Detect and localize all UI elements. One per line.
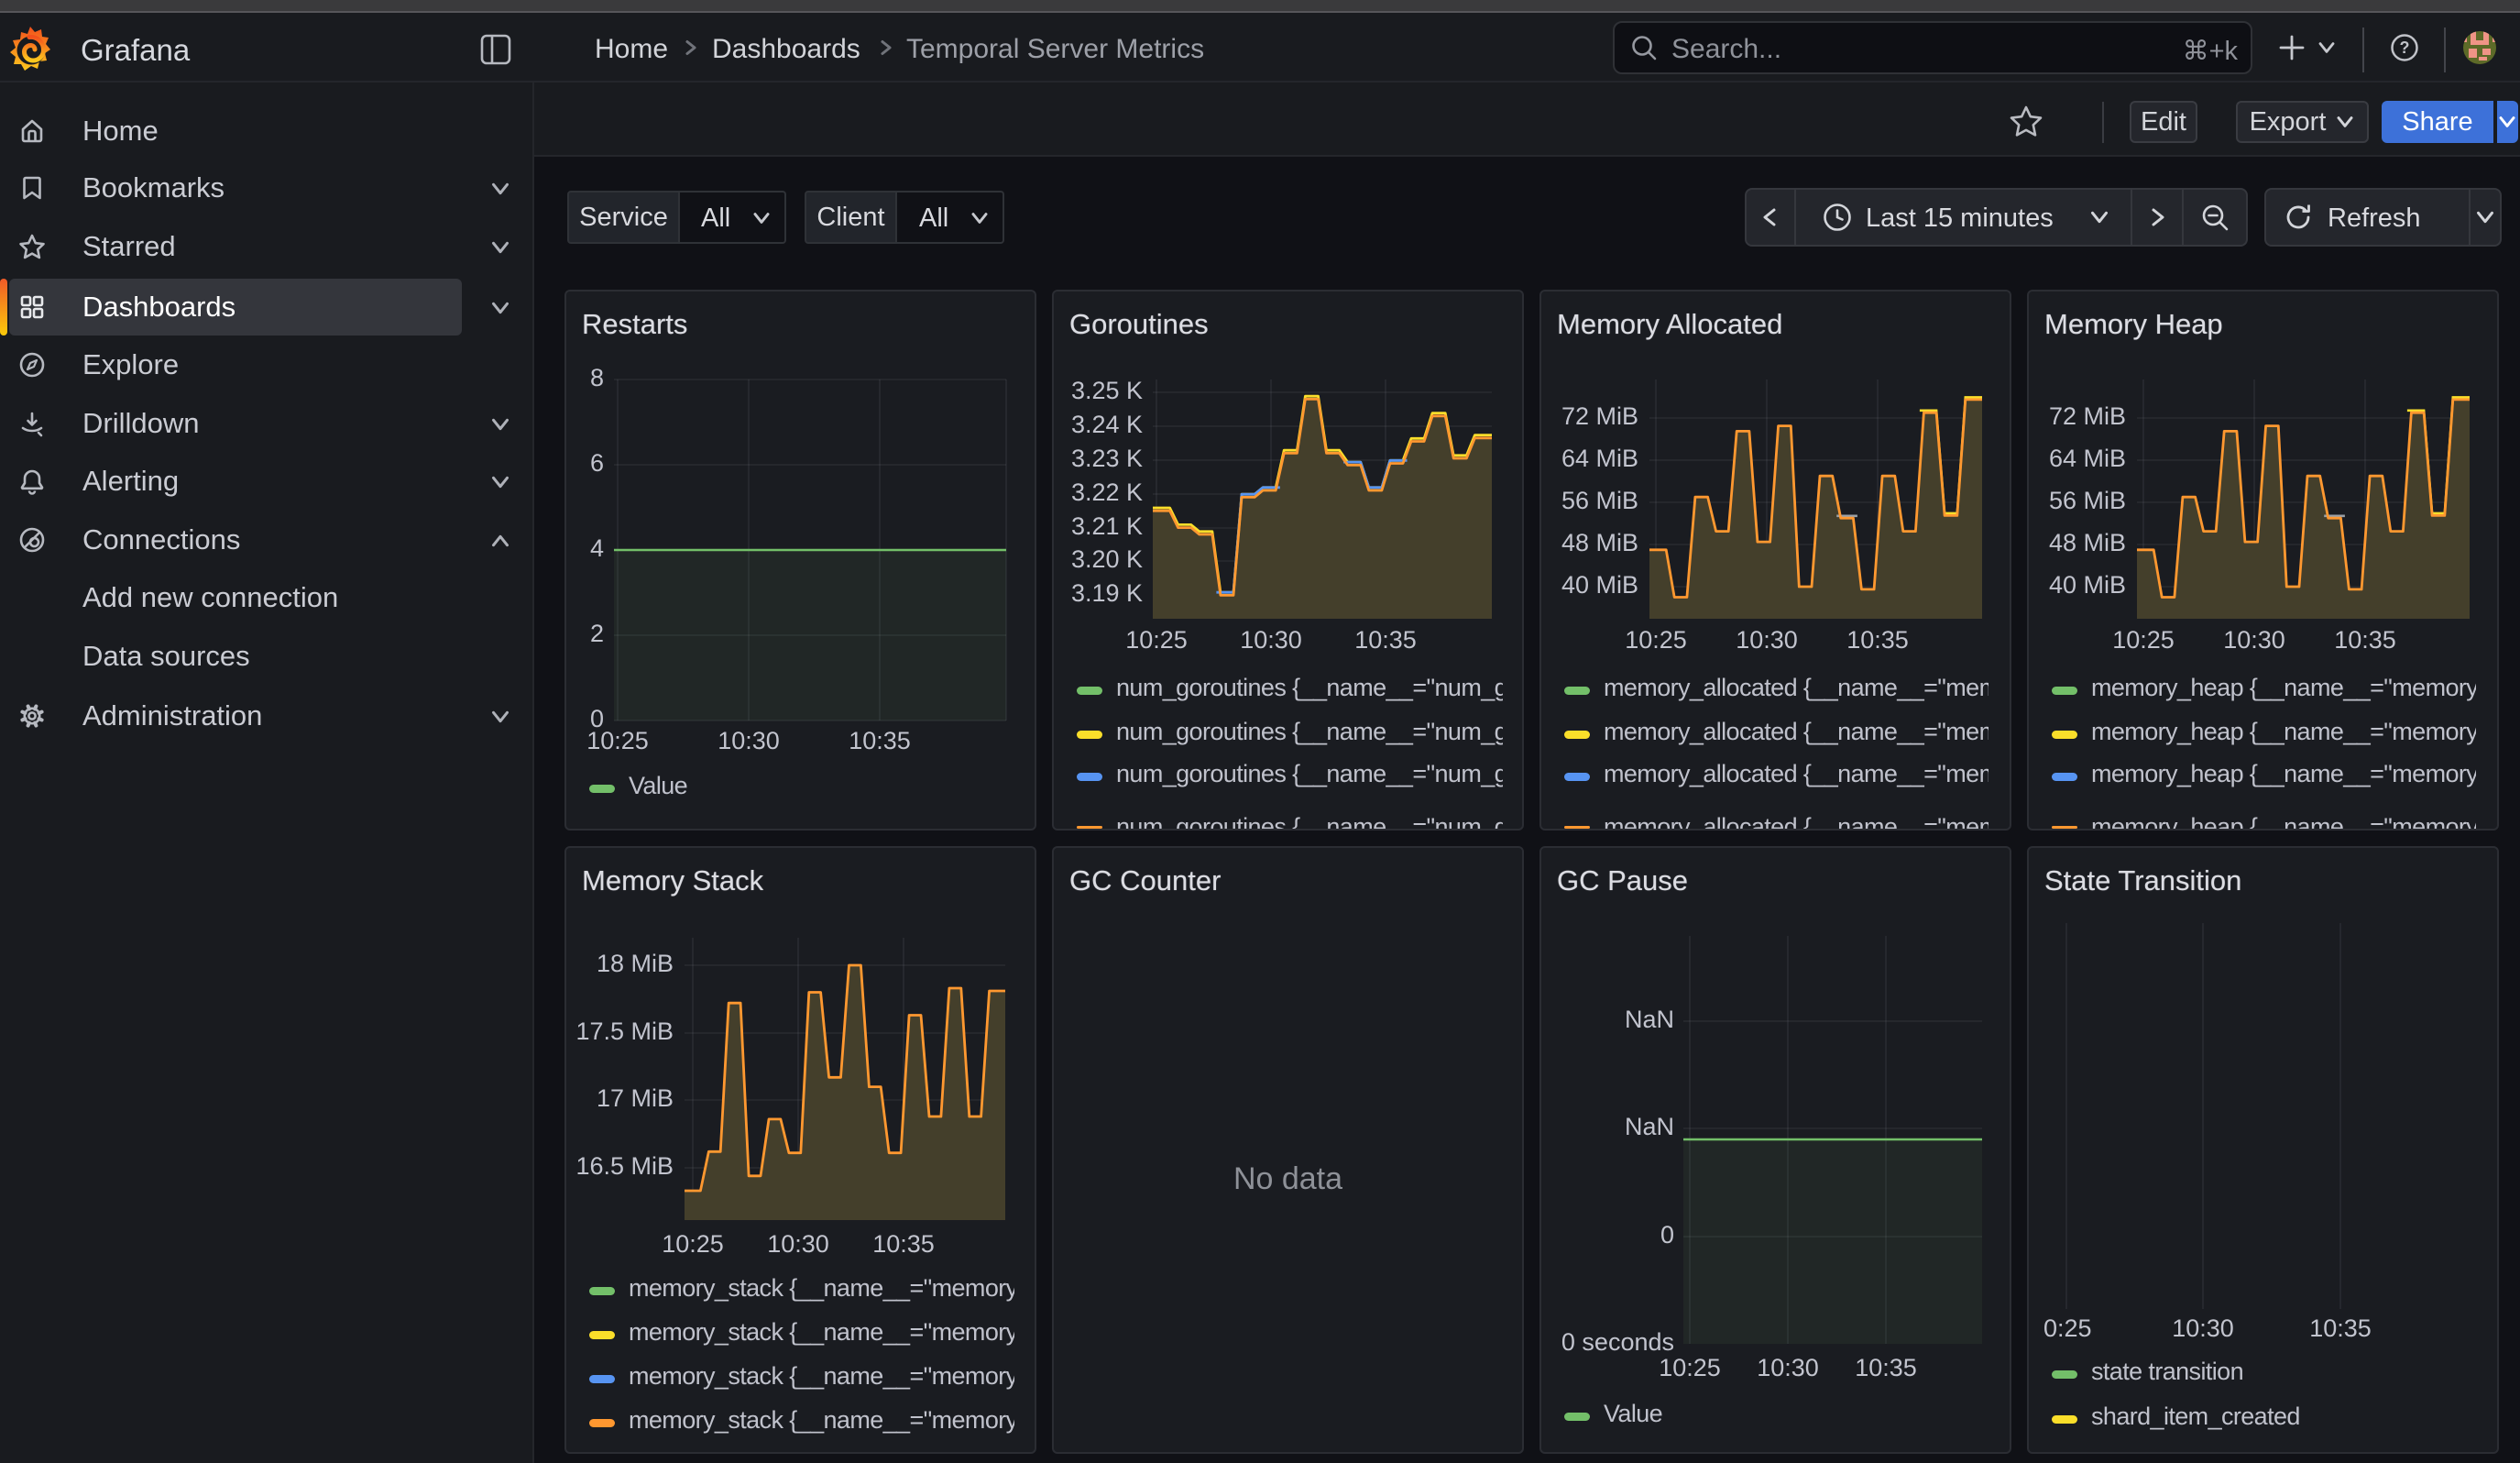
- svg-text:?: ?: [2400, 38, 2410, 57]
